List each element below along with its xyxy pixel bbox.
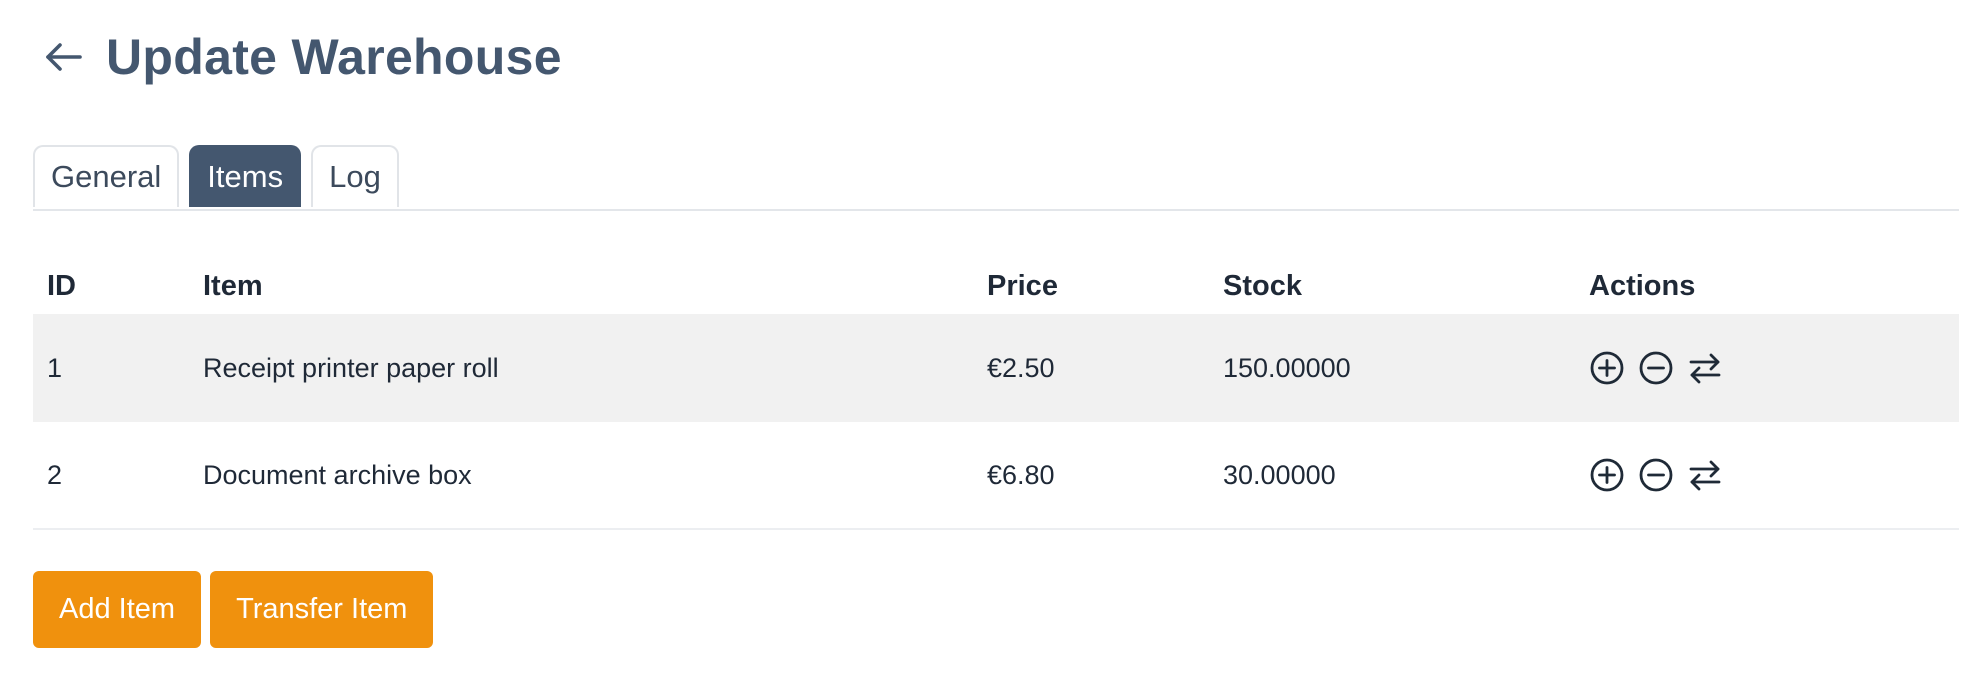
tab-bar: General Items Log	[33, 145, 1959, 211]
transfer-stock-button[interactable]	[1687, 457, 1723, 493]
column-header-stock: Stock	[1223, 269, 1302, 302]
column-header-id: ID	[47, 269, 76, 302]
row-id: 2	[47, 459, 63, 490]
column-header-actions: Actions	[1589, 269, 1696, 302]
footer-actions: Add Item Transfer Item	[33, 571, 434, 648]
add-stock-button[interactable]	[1589, 457, 1625, 493]
row-item-name: Document archive box	[203, 459, 472, 490]
row-item-name: Receipt printer paper roll	[203, 352, 499, 383]
page-header: Update Warehouse	[44, 32, 562, 82]
remove-stock-button[interactable]	[1638, 457, 1674, 493]
tab-general[interactable]: General	[33, 145, 180, 207]
plus-circle-icon	[1590, 351, 1624, 385]
row-price: €6.80	[987, 459, 1055, 490]
transfer-stock-button[interactable]	[1687, 350, 1723, 386]
items-table: ID Item Price Stock Actions 1 Receipt pr…	[33, 258, 1959, 530]
row-price: €2.50	[987, 352, 1055, 383]
tab-log[interactable]: Log	[311, 145, 399, 207]
back-button[interactable]	[44, 37, 84, 77]
table-row: 1 Receipt printer paper roll €2.50 150.0…	[33, 314, 1959, 422]
remove-stock-button[interactable]	[1638, 350, 1674, 386]
transfer-arrows-icon	[1689, 353, 1721, 384]
row-stock: 30.00000	[1223, 459, 1336, 490]
page-title: Update Warehouse	[106, 29, 562, 85]
table-row: 2 Document archive box €6.80 30.00000	[33, 422, 1959, 530]
arrow-left-icon	[46, 43, 82, 71]
tab-items[interactable]: Items	[189, 145, 302, 207]
minus-circle-icon	[1639, 351, 1673, 385]
column-header-price: Price	[987, 269, 1058, 302]
row-stock: 150.00000	[1223, 352, 1351, 383]
plus-circle-icon	[1590, 458, 1624, 492]
add-stock-button[interactable]	[1589, 350, 1625, 386]
transfer-item-button[interactable]: Transfer Item	[210, 571, 434, 648]
row-actions	[1575, 457, 1959, 493]
table-header-row: ID Item Price Stock Actions	[33, 258, 1959, 314]
minus-circle-icon	[1639, 458, 1673, 492]
transfer-arrows-icon	[1689, 460, 1721, 491]
add-item-button[interactable]: Add Item	[33, 571, 202, 648]
row-id: 1	[47, 352, 63, 383]
column-header-item: Item	[203, 269, 263, 302]
row-actions	[1575, 350, 1959, 386]
